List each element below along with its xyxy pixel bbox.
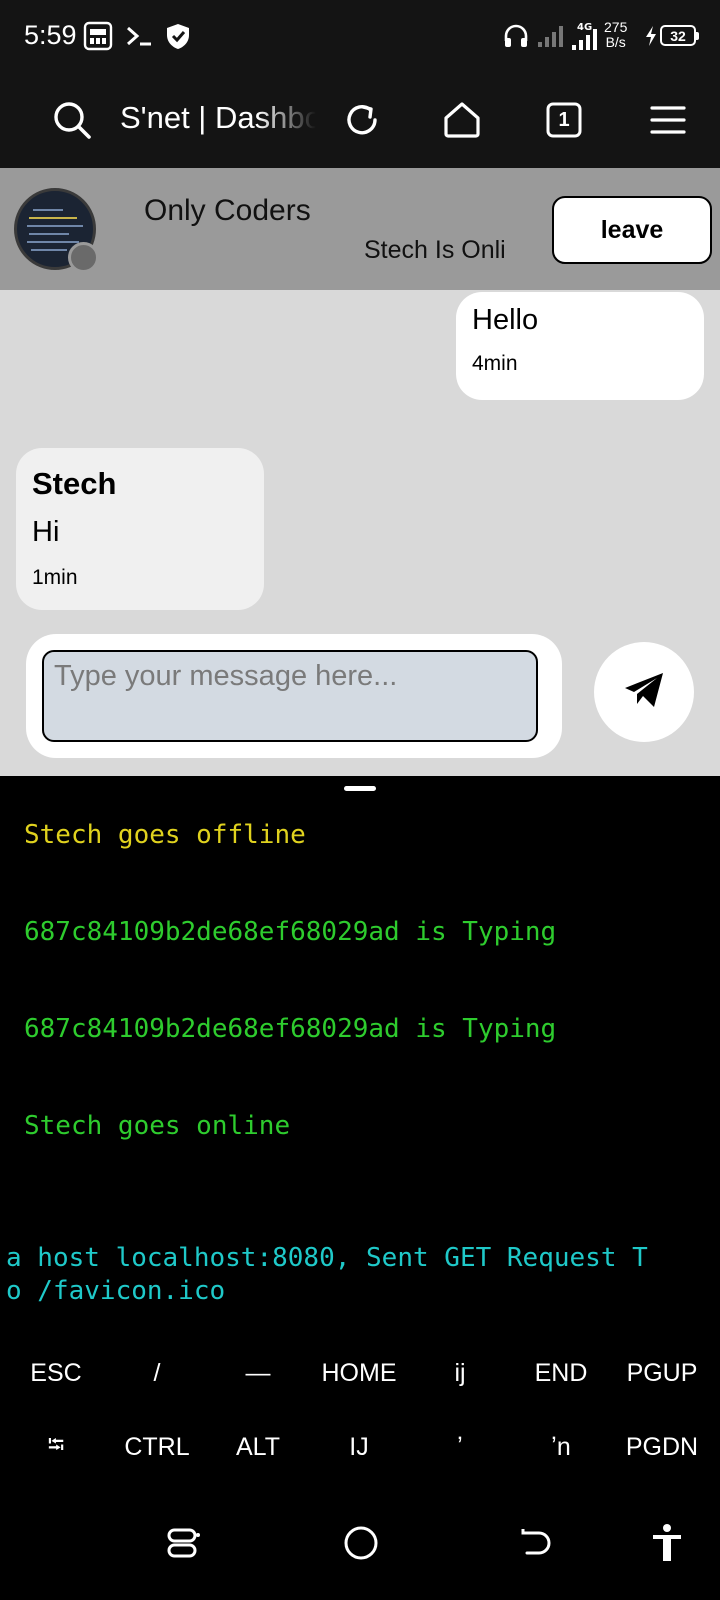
search-icon[interactable] — [44, 92, 100, 148]
key-end[interactable]: END — [511, 1336, 611, 1410]
terminal-line: 687c84109b2de68ef68029ad is Typing — [24, 1014, 557, 1044]
key-dash[interactable]: — — [208, 1336, 308, 1410]
battery-level: 32 — [660, 25, 699, 46]
accessibility-icon[interactable] — [632, 1508, 702, 1578]
key-slash[interactable]: / — [107, 1336, 207, 1410]
key-pgup[interactable]: PGUP — [612, 1336, 712, 1410]
terminal-log-line: o /favicon.ico — [6, 1276, 226, 1306]
online-status-dot — [68, 242, 99, 273]
message-bubble-incoming: Stech Hi 1min — [16, 448, 264, 610]
chat-messages: Hello 4min Stech Hi 1min — [0, 290, 720, 776]
terminal-output[interactable]: Stech goes offline 687c84109b2de68ef6802… — [0, 776, 720, 1336]
key-apostrophe-n[interactable]: ʼn — [511, 1410, 611, 1484]
message-text: Hi — [32, 516, 60, 548]
key-ij[interactable]: ij — [410, 1336, 510, 1410]
group-name: Only Coders — [144, 194, 311, 227]
message-input[interactable] — [42, 650, 538, 742]
status-bar: 5:59 4G 275 B/s 32 — [0, 0, 720, 72]
key-ctrl[interactable]: CTRL — [107, 1410, 207, 1484]
message-time: 1min — [32, 566, 78, 589]
reload-icon[interactable] — [334, 92, 390, 148]
terminal-log-line: a host localhost:8080, Sent GET Request … — [6, 1243, 648, 1273]
key-pgdn[interactable]: PGDN — [612, 1410, 712, 1484]
key-apostrophe[interactable]: ʼ — [410, 1410, 510, 1484]
home-icon[interactable] — [434, 92, 490, 148]
extra-keys-bar: ESC / — HOME ij END PGUP ⭾ CTRL ALT IJ ʼ… — [0, 1336, 720, 1486]
message-bubble-outgoing: Hello 4min — [456, 292, 704, 400]
page-title[interactable]: S'net | Dashboard — [120, 100, 316, 140]
leave-button[interactable]: leave — [552, 196, 712, 264]
system-nav-bar — [0, 1486, 720, 1600]
network-speed: 275 B/s — [604, 20, 627, 50]
tab-count: 1 — [558, 108, 570, 131]
charging-icon — [642, 20, 660, 52]
network-speed-value: 275 — [604, 19, 628, 35]
browser-toolbar: S'net | Dashboard 1 — [0, 72, 720, 168]
tabs-icon[interactable]: 1 — [536, 92, 592, 148]
message-text: Hello — [472, 304, 539, 336]
signal-icon — [536, 20, 566, 52]
terminal-icon — [124, 20, 154, 52]
message-time: 4min — [472, 352, 518, 375]
headphones-icon — [502, 20, 530, 52]
menu-icon[interactable] — [640, 92, 696, 148]
status-time: 5:59 — [24, 20, 77, 50]
home-circle-icon[interactable] — [326, 1508, 396, 1578]
send-icon — [623, 670, 665, 715]
recent-apps-icon[interactable] — [148, 1508, 218, 1578]
chat-header: Only Coders Stech Is Onli leave — [0, 168, 720, 290]
app-notification-icon — [82, 20, 114, 52]
key-home[interactable]: HOME — [309, 1336, 409, 1410]
terminal-line: Stech goes offline — [24, 820, 306, 850]
key-esc[interactable]: ESC — [6, 1336, 106, 1410]
back-icon[interactable] — [500, 1508, 570, 1578]
key-ij-upper[interactable]: IJ — [309, 1410, 409, 1484]
svg-text:4G: 4G — [577, 22, 592, 33]
terminal-line: Stech goes online — [24, 1111, 291, 1141]
message-sender: Stech — [32, 466, 117, 501]
message-composer — [26, 634, 562, 758]
terminal-line: 687c84109b2de68ef68029ad is Typing — [24, 917, 557, 947]
network-speed-unit: B/s — [605, 34, 626, 50]
shield-icon — [164, 20, 192, 52]
group-status-text: Stech Is Onli — [364, 236, 506, 264]
key-tab[interactable]: ⭾ — [6, 1410, 106, 1484]
key-alt[interactable]: ALT — [208, 1410, 308, 1484]
send-button[interactable] — [594, 642, 694, 742]
drag-handle[interactable] — [344, 786, 376, 791]
signal-4g-icon: 4G — [570, 20, 600, 52]
